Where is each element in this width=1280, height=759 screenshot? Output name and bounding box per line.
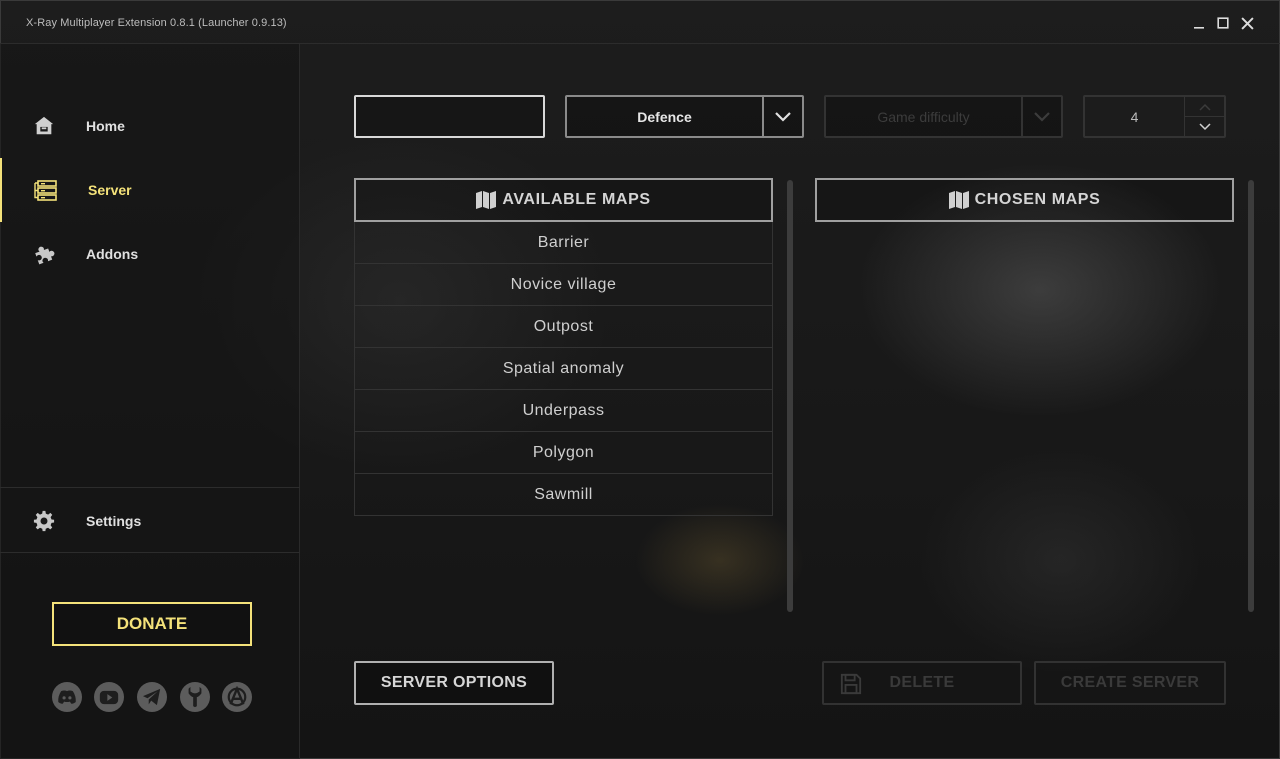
sidebar-item-addons[interactable]: Addons bbox=[0, 222, 300, 286]
sidebar-item-label: Server bbox=[88, 182, 132, 198]
maximize-button[interactable] bbox=[1214, 14, 1232, 32]
server-name-input[interactable] bbox=[354, 95, 545, 138]
difficulty-select[interactable]: Game difficulty bbox=[824, 95, 1063, 138]
telegram-button[interactable] bbox=[137, 682, 167, 712]
available-maps-title: AVAILABLE MAPS bbox=[502, 191, 651, 208]
sidebar-item-label: Settings bbox=[86, 513, 142, 529]
list-item[interactable]: Barrier bbox=[355, 222, 772, 264]
difficulty-dropdown-button[interactable] bbox=[1021, 97, 1061, 136]
list-item[interactable]: Underpass bbox=[355, 390, 772, 432]
chevron-down-icon bbox=[1198, 122, 1211, 130]
game-mode-dropdown-button[interactable] bbox=[762, 97, 802, 136]
create-server-button[interactable]: CREATE SERVER bbox=[1034, 661, 1226, 705]
list-item[interactable]: Outpost bbox=[355, 306, 772, 348]
sidebar-item-server[interactable]: Server bbox=[0, 158, 300, 222]
difficulty-placeholder: Game difficulty bbox=[877, 108, 970, 125]
list-item[interactable]: Novice village bbox=[355, 264, 772, 306]
server-icon bbox=[34, 178, 58, 202]
sidebar-item-label: Home bbox=[86, 118, 125, 134]
anarchy-button[interactable] bbox=[222, 682, 252, 712]
window-title: X-Ray Multiplayer Extension 0.8.1 (Launc… bbox=[26, 17, 287, 29]
chosen-maps-header: CHOSEN MAPS bbox=[815, 178, 1234, 222]
wrench-icon bbox=[188, 686, 202, 708]
game-mode-select[interactable]: Defence bbox=[565, 95, 804, 138]
telegram-icon bbox=[143, 688, 161, 706]
youtube-button[interactable] bbox=[94, 682, 124, 712]
anarchy-icon bbox=[227, 686, 247, 707]
donate-button[interactable]: DONATE bbox=[52, 602, 252, 646]
list-item[interactable]: Spatial anomaly bbox=[355, 348, 772, 390]
map-icon bbox=[948, 191, 969, 209]
maximize-icon bbox=[1217, 17, 1229, 29]
available-maps-list: Barrier Novice village Outpost Spatial a… bbox=[354, 222, 773, 516]
sidebar-item-home[interactable]: Home bbox=[0, 94, 300, 158]
list-item[interactable]: Sawmill bbox=[355, 474, 772, 516]
server-options-button[interactable]: SERVER OPTIONS bbox=[354, 661, 554, 705]
available-maps-scrollbar[interactable] bbox=[787, 180, 793, 612]
puzzle-icon bbox=[32, 242, 56, 266]
chevron-up-icon bbox=[1198, 103, 1211, 111]
chosen-maps-title: CHOSEN MAPS bbox=[974, 191, 1101, 208]
decrement-button[interactable] bbox=[1185, 117, 1224, 136]
close-button[interactable] bbox=[1238, 14, 1256, 32]
chevron-down-icon bbox=[1034, 111, 1050, 122]
discord-button[interactable] bbox=[52, 682, 82, 712]
list-item[interactable]: Polygon bbox=[355, 432, 772, 474]
gear-icon bbox=[32, 509, 56, 533]
save-icon bbox=[840, 673, 862, 700]
player-count-value[interactable]: 4 bbox=[1085, 97, 1184, 136]
map-icon bbox=[476, 191, 497, 209]
minimize-icon bbox=[1194, 27, 1204, 29]
discord-icon bbox=[58, 690, 76, 704]
tools-button[interactable] bbox=[180, 682, 210, 712]
sidebar-item-settings[interactable]: Settings bbox=[0, 489, 300, 553]
sidebar-divider bbox=[0, 487, 300, 488]
delete-button[interactable]: DELETE bbox=[822, 661, 1022, 705]
close-icon bbox=[1240, 16, 1254, 30]
game-mode-value: Defence bbox=[637, 108, 692, 125]
sidebar-divider bbox=[0, 552, 300, 553]
chevron-down-icon bbox=[775, 111, 791, 122]
available-maps-header: AVAILABLE MAPS bbox=[354, 178, 773, 222]
increment-button[interactable] bbox=[1185, 97, 1224, 117]
player-count-stepper[interactable]: 4 bbox=[1083, 95, 1226, 138]
sidebar-item-label: Addons bbox=[86, 246, 139, 262]
sidebar: Home Server Addons Settings DONATE bbox=[0, 44, 300, 759]
minimize-button[interactable] bbox=[1190, 14, 1208, 32]
youtube-icon bbox=[99, 690, 119, 704]
home-icon bbox=[32, 114, 56, 138]
title-bar[interactable]: X-Ray Multiplayer Extension 0.8.1 (Launc… bbox=[0, 0, 1280, 44]
delete-button-label: DELETE bbox=[889, 674, 955, 691]
chosen-maps-scrollbar[interactable] bbox=[1248, 180, 1254, 612]
